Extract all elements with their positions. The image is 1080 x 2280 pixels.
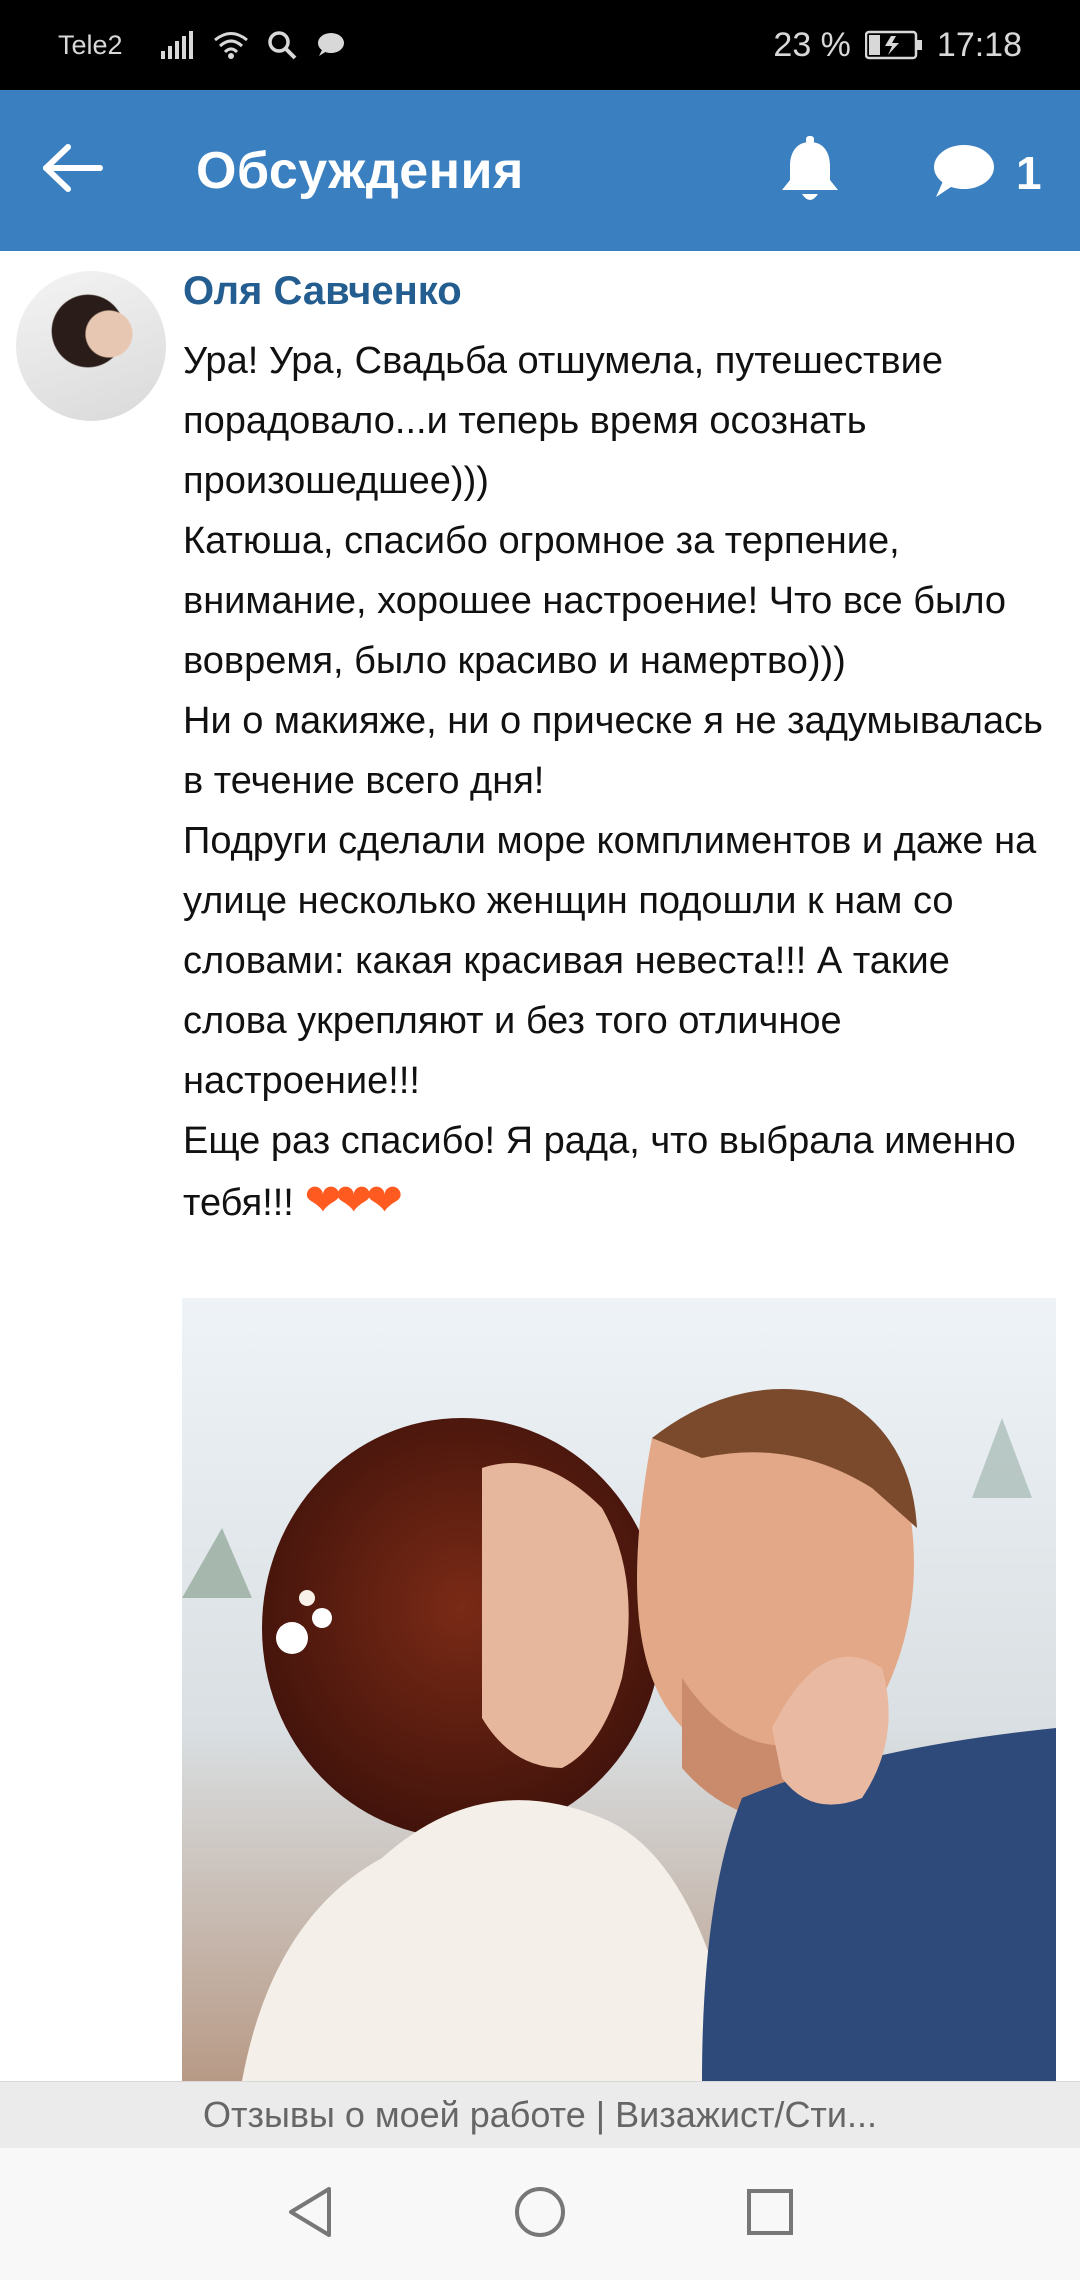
square-recents-icon [745,2187,795,2242]
topic-title-bar[interactable]: Отзывы о моей работе | Визажист/Сти... [0,2081,1080,2148]
post-paragraph: Подруги сделали море комплиментов и даже… [183,820,1037,1102]
post-paragraph: Еще раз спасибо! Я рада, что выбрала име… [183,1111,1063,1233]
signal-icon [159,31,195,59]
app-bar: Обсуждения 1 [0,90,1080,251]
nav-back-button[interactable] [270,2174,350,2254]
topic-title: Отзывы о моей работе | Визажист/Сти... [202,2094,878,2135]
messages-button[interactable]: 1 [928,128,1068,218]
triangle-back-icon [285,2185,335,2244]
circle-home-icon [513,2185,567,2244]
battery-icon [864,30,923,60]
hearts-emoji: ❤❤❤ [304,1176,403,1225]
post-body: Ура! Ура, Свадьба отшумела, путешествие … [183,331,1063,1233]
post: Оля Савченко Ура! Ура, Свадьба отшумела,… [0,251,1080,2081]
notifications-button[interactable] [770,128,850,218]
author-name[interactable]: Оля Савченко [183,269,462,314]
search-icon [267,30,297,60]
chat-bubble-icon [315,32,345,58]
post-paragraph: Ни о макияже, ни о прическе я не задумыв… [183,700,1043,802]
post-photo[interactable] [182,1298,1056,2081]
back-button[interactable] [42,90,162,251]
carrier-label: Tele2 [58,29,123,60]
chat-bubble-icon [928,141,996,206]
status-bar: Tele2 23 % 17:18 [0,0,1080,90]
battery-percent: 23 % [773,25,851,64]
clock: 17:18 [936,25,1022,64]
page-title: Обсуждения [196,141,524,200]
nav-home-button[interactable] [500,2174,580,2254]
post-paragraph: Ура! Ура, Свадьба отшумела, путешествие … [183,340,943,502]
avatar[interactable] [16,271,166,421]
nav-recents-button[interactable] [730,2174,810,2254]
messages-count: 1 [1016,147,1042,199]
arrow-left-icon [42,143,104,198]
post-paragraph: Катюша, спасибо огромное за терпение, вн… [183,520,1007,682]
wifi-icon [213,31,249,59]
bell-icon [778,135,842,211]
system-nav-bar [0,2148,1080,2280]
